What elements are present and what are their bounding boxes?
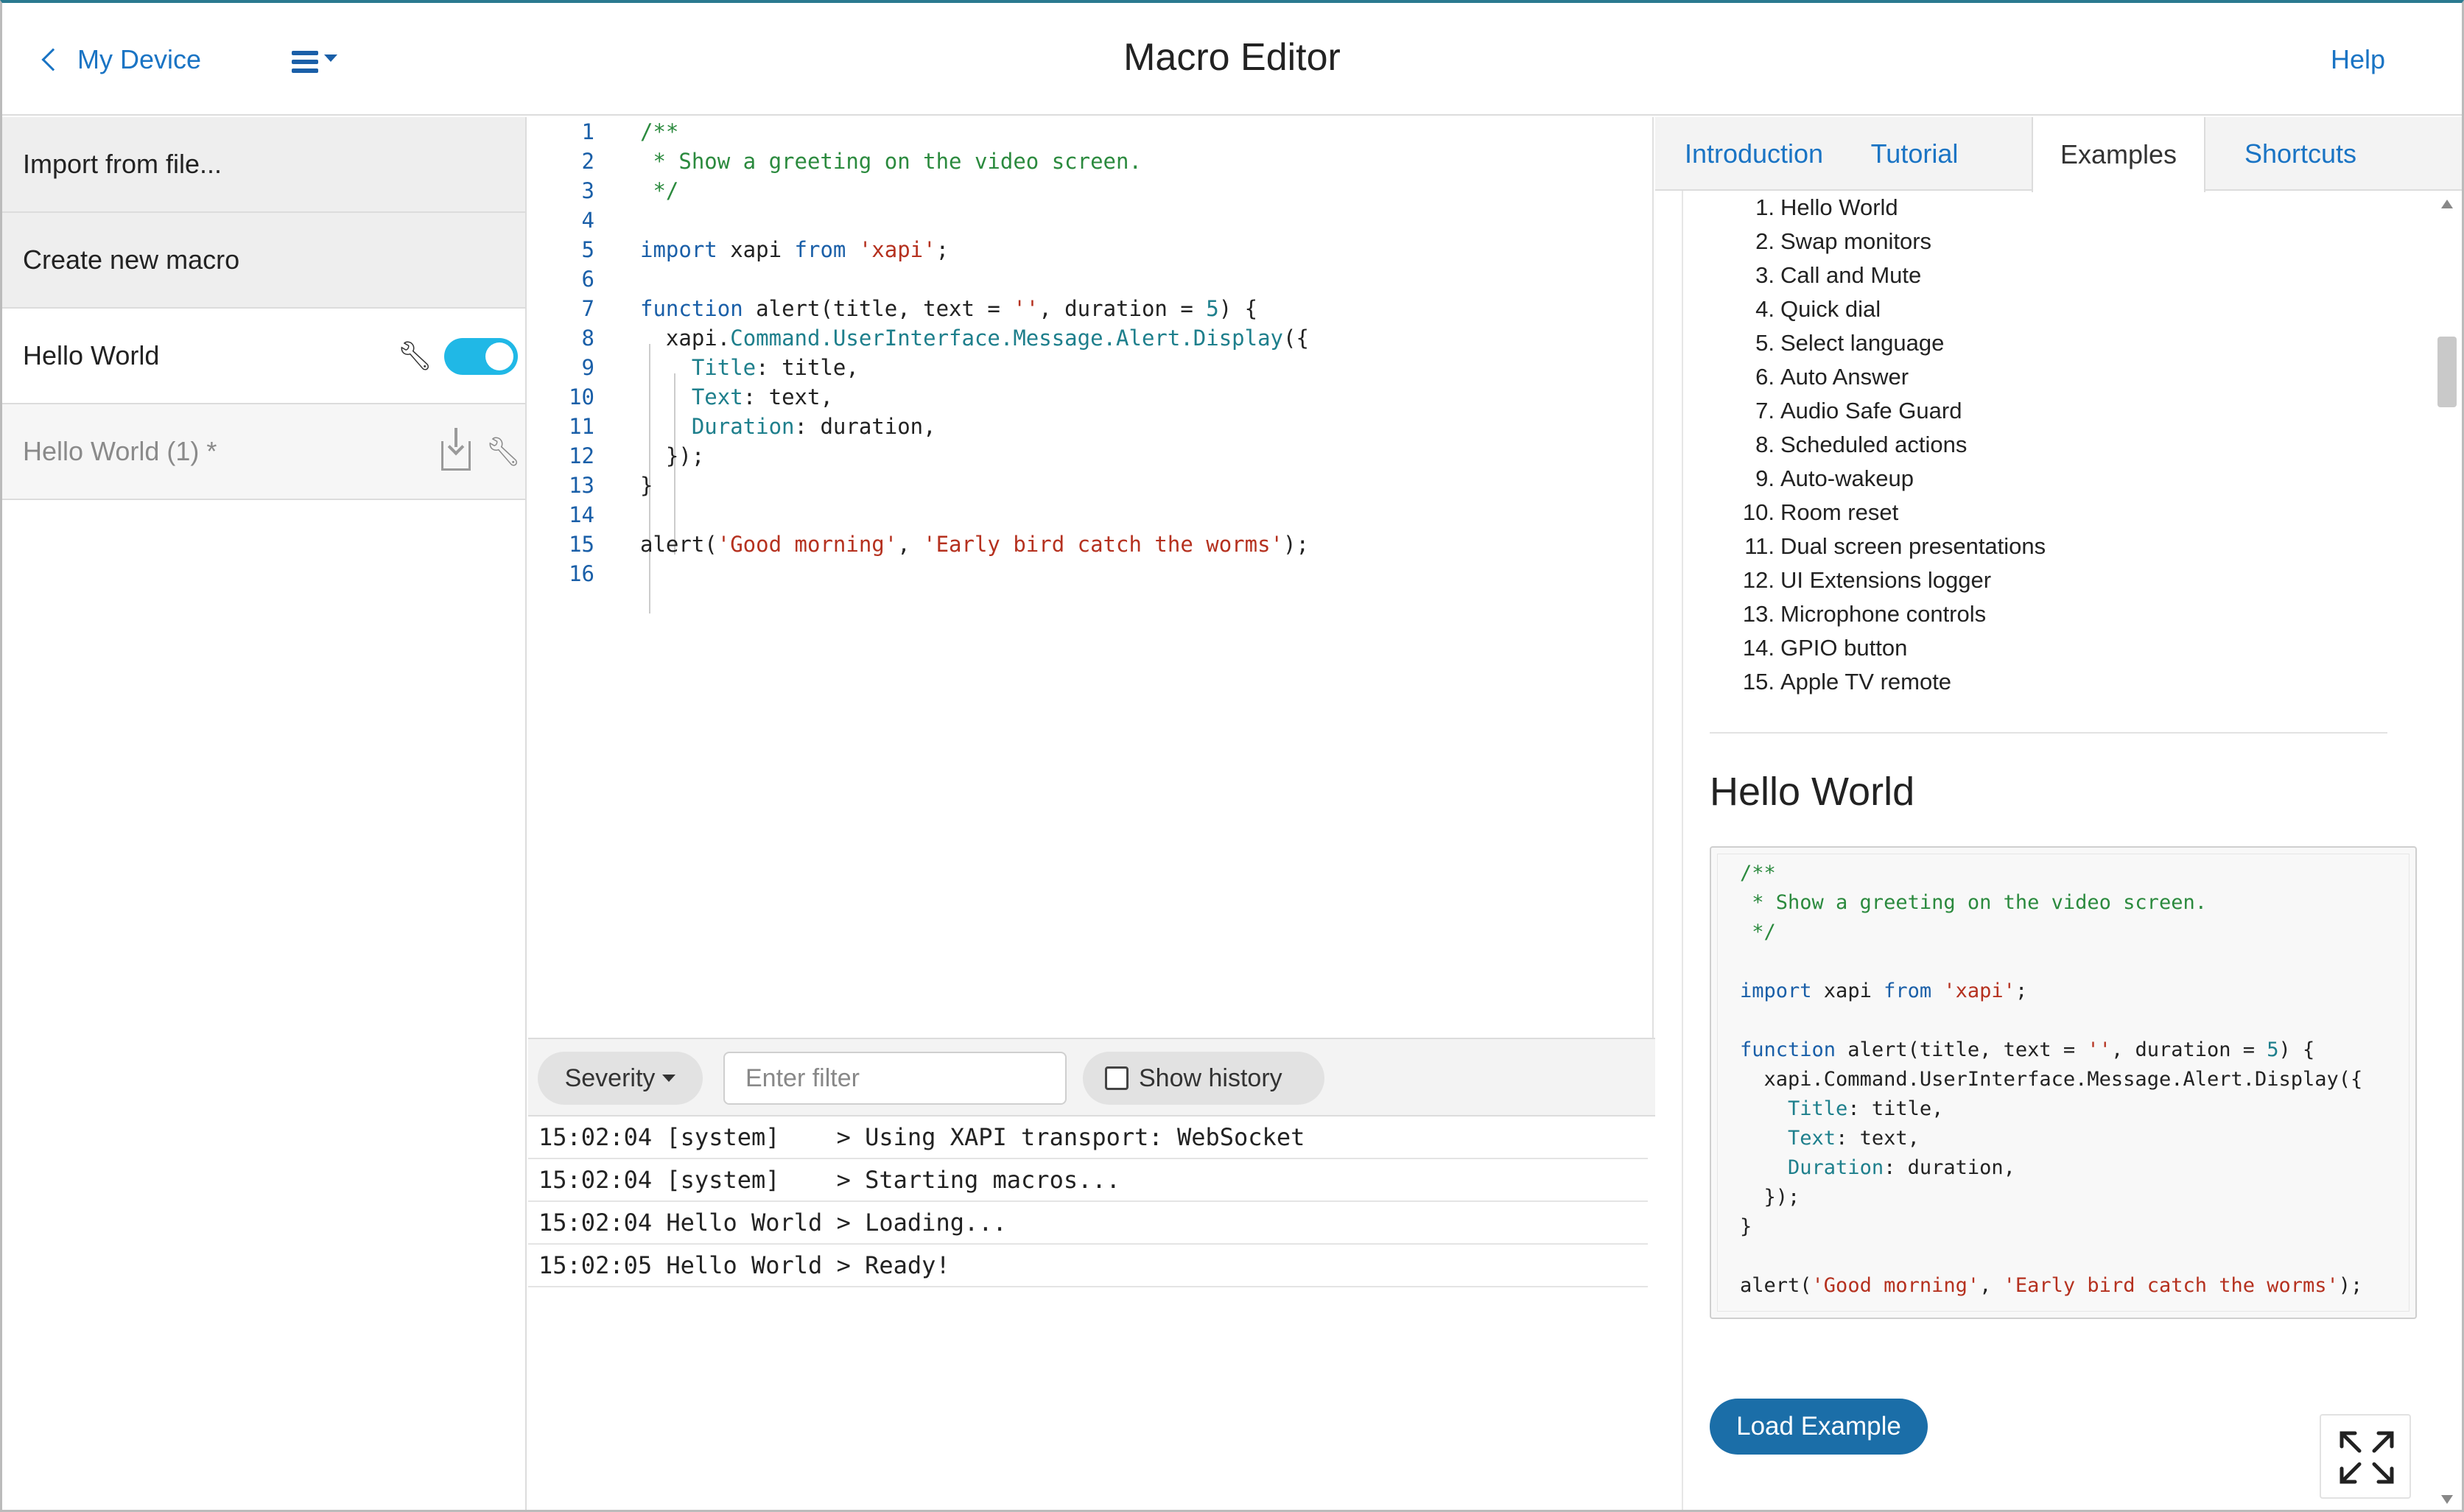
- example-code-box: /** * Show a greeting on the video scree…: [1710, 846, 2417, 1319]
- log-row: 15:02:04 Hello World > Loading...: [528, 1202, 1648, 1245]
- code-line: 7 function alert(title, text = '', durati…: [581, 296, 1258, 321]
- severity-label: Severity: [564, 1063, 656, 1092]
- docs-scrollbar[interactable]: [2432, 191, 2462, 1510]
- tab-examples[interactable]: Examples: [2032, 117, 2205, 192]
- download-icon[interactable]: [441, 428, 471, 471]
- code-line: 9 Title: title,: [581, 355, 859, 380]
- code-line: 14: [569, 502, 594, 527]
- example-item[interactable]: 3. Call and Mute: [1683, 259, 2390, 292]
- tab-tutorial[interactable]: Tutorial: [1853, 117, 1976, 191]
- history-checkbox[interactable]: [1105, 1066, 1129, 1090]
- example-item[interactable]: 12. UI Extensions logger: [1683, 563, 2390, 597]
- wrench-icon[interactable]: 🔧︎: [485, 436, 521, 468]
- macro-sidebar: Import from file... Create new macro Hel…: [2, 117, 527, 1510]
- docs-tabs: Introduction Tutorial Examples Shortcuts: [1655, 117, 2462, 192]
- code-line: function alert(title, text = '', duratio…: [1740, 1038, 2315, 1061]
- code-line: alert('Good morning', 'Early bird catch …: [1740, 1274, 2363, 1297]
- example-item[interactable]: 15. Apple TV remote: [1683, 665, 2390, 699]
- code-line: 12 });: [569, 443, 705, 468]
- code-line: 4: [581, 208, 594, 233]
- example-item[interactable]: 2. Swap monitors: [1683, 225, 2390, 259]
- code-line: 10 Text: text,: [569, 384, 833, 409]
- log-panel: Severity Show history 15:02:04 [system] …: [528, 1038, 1680, 1510]
- help-link[interactable]: Help: [2331, 44, 2385, 75]
- macro-name: Hello World (1) *: [23, 436, 217, 466]
- code-line: 11 Duration: duration,: [569, 414, 936, 439]
- code-line: xapi.Command.UserInterface.Message.Alert…: [1763, 1068, 2363, 1091]
- scrollbar-thumb[interactable]: [2437, 337, 2457, 407]
- log-row: 15:02:04 [system] > Starting macros...: [528, 1159, 1648, 1202]
- example-code: /** * Show a greeting on the video scree…: [1717, 854, 2409, 1312]
- macro-actions: 🔧︎: [397, 309, 518, 404]
- code-line: Title: title,: [1788, 1097, 1944, 1120]
- macro-item-hello-world-1[interactable]: Hello World (1) * 🔧︎: [2, 404, 525, 500]
- example-item[interactable]: 13. Microphone controls: [1683, 597, 2390, 631]
- log-row: 15:02:05 Hello World > Ready!: [528, 1245, 1648, 1287]
- example-heading: Hello World: [1710, 770, 1915, 814]
- tab-shortcuts[interactable]: Shortcuts: [2212, 117, 2389, 191]
- code-line: 13}: [569, 473, 653, 498]
- code-line: 6: [581, 267, 594, 292]
- examples-list: 1. Hello World 2. Swap monitors 3. Call and…: [1683, 191, 2390, 699]
- expand-button[interactable]: [2320, 1414, 2411, 1499]
- expand-icon: [2340, 1431, 2394, 1484]
- code-line: 8 xapi.Command.UserInterface.Message.Ale…: [581, 326, 1309, 351]
- code-line: }: [1740, 1215, 1752, 1238]
- example-item[interactable]: 6. Auto Answer: [1683, 360, 2390, 394]
- tab-introduction[interactable]: Introduction: [1670, 117, 1838, 191]
- example-item[interactable]: 9. Auto-wakeup: [1683, 462, 2390, 496]
- code-line: 5 import xapi from 'xapi';: [581, 237, 950, 262]
- code-line: 1/**: [581, 119, 679, 144]
- code-line: });: [1763, 1186, 1800, 1209]
- scroll-up-icon[interactable]: [2441, 200, 2453, 208]
- example-item[interactable]: 8. Scheduled actions: [1683, 428, 2390, 462]
- code-line: 2 * Show a greeting on the video screen.: [581, 149, 1142, 174]
- macro-item-hello-world[interactable]: Hello World 🔧︎: [2, 309, 525, 404]
- log-row: 15:02:04 [system] > Using XAPI transport…: [528, 1117, 1648, 1159]
- macro-actions: 🔧︎: [441, 404, 521, 500]
- scroll-down-icon[interactable]: [2441, 1495, 2453, 1504]
- code-editor[interactable]: 1/** 2 * Show a greeting on the video sc…: [528, 117, 1654, 1038]
- import-from-file-button[interactable]: Import from file...: [2, 117, 525, 213]
- show-history-toggle[interactable]: Show history: [1083, 1052, 1324, 1105]
- code-line: Text: text,: [1788, 1127, 1920, 1150]
- example-item[interactable]: 10. Room reset: [1683, 496, 2390, 530]
- example-item[interactable]: 5. Select language: [1683, 326, 2390, 360]
- macro-name: Hello World: [23, 340, 160, 370]
- example-item[interactable]: 11. Dual screen presentations: [1683, 530, 2390, 563]
- severity-dropdown[interactable]: Severity: [538, 1052, 703, 1105]
- macro-editor-app: My Device Macro Editor Help Import from …: [0, 0, 2464, 1512]
- caret-down-icon: [662, 1075, 676, 1082]
- macro-enable-toggle[interactable]: [444, 338, 518, 375]
- page-title: Macro Editor: [1123, 36, 1341, 79]
- code-line: 15 alert('Good morning', 'Early bird catc…: [569, 532, 1309, 557]
- code-line: 3 */: [581, 178, 679, 203]
- log-toolbar: Severity Show history: [528, 1039, 1680, 1117]
- create-label: Create new macro: [23, 245, 240, 275]
- history-label: Show history: [1139, 1063, 1282, 1092]
- wrench-icon[interactable]: 🔧︎: [397, 340, 432, 373]
- load-example-button[interactable]: Load Example: [1710, 1399, 1928, 1455]
- code-line: import xapi from 'xapi';: [1740, 980, 2028, 1002]
- docs-panel: Introduction Tutorial Examples Shortcuts…: [1655, 117, 2462, 1510]
- code-line: * Show a greeting on the video screen.: [1740, 891, 2207, 914]
- log-filter-input[interactable]: [723, 1052, 1067, 1105]
- docs-content: 1. Hello World 2. Swap monitors 3. Call and…: [1682, 191, 2418, 1510]
- code-line: /**: [1740, 862, 1776, 885]
- divider: [1710, 732, 2387, 734]
- example-item[interactable]: 7. Audio Safe Guard: [1683, 394, 2390, 428]
- example-item[interactable]: 1. Hello World: [1683, 191, 2390, 225]
- code-line: 16: [569, 561, 594, 586]
- example-item[interactable]: 4. Quick dial: [1683, 292, 2390, 326]
- log-output: 15:02:04 [system] > Using XAPI transport…: [528, 1117, 1680, 1287]
- import-label: Import from file...: [23, 149, 222, 179]
- code-line: */: [1740, 921, 1776, 943]
- example-item[interactable]: 14. GPIO button: [1683, 631, 2390, 665]
- top-header: My Device Macro Editor Help: [2, 3, 2462, 116]
- code-line: Duration: duration,: [1788, 1156, 2015, 1179]
- create-new-macro-button[interactable]: Create new macro: [2, 213, 525, 309]
